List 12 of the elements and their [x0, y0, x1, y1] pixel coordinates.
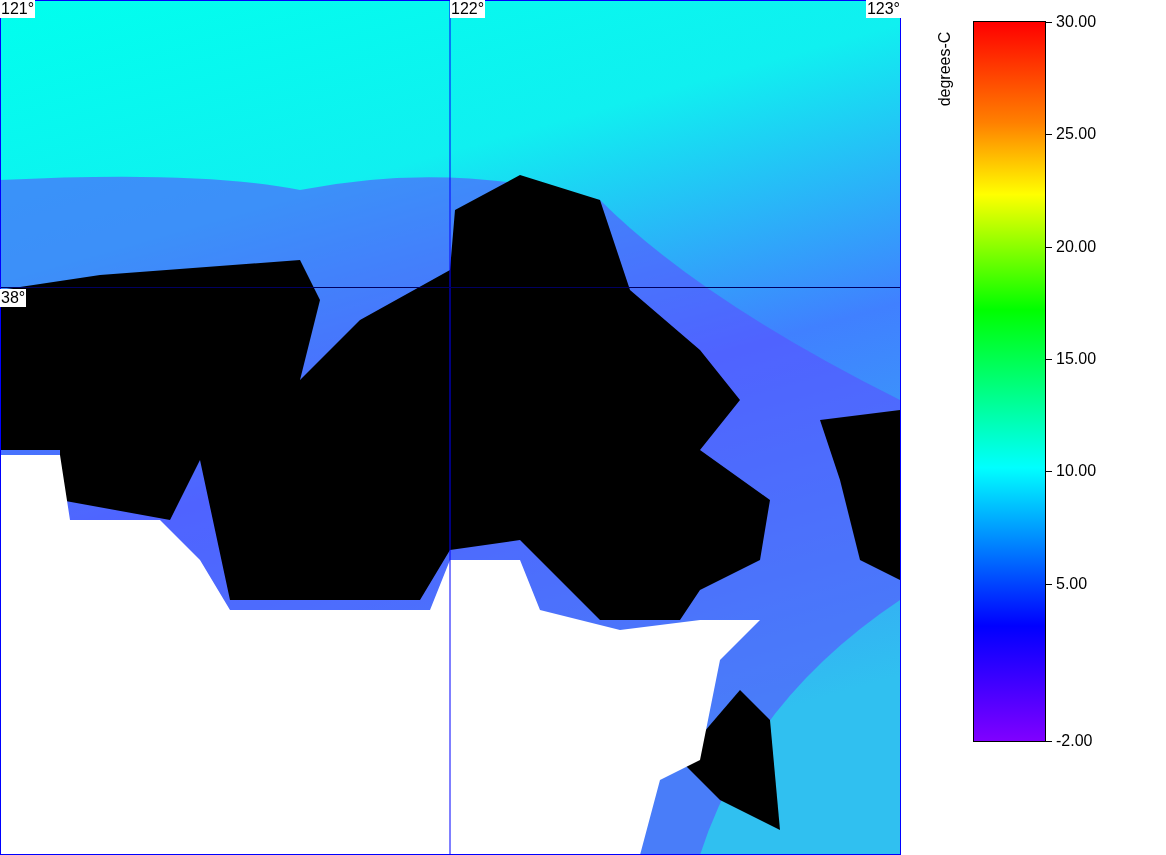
colorbar-tick-label: -2.00: [1056, 731, 1093, 751]
colorbar-tick-label: 30.00: [1056, 12, 1097, 32]
colorbar-tick-label: 10.00: [1056, 461, 1097, 481]
longitude-label: 123°: [865, 0, 901, 18]
longitude-label: 121°: [0, 0, 36, 18]
longitude-label: 122°: [450, 0, 486, 18]
latitude-label: 38°: [0, 289, 27, 307]
colorbar-tick-label: 5.00: [1056, 574, 1088, 594]
colorbar-tick-label: 20.00: [1056, 237, 1097, 257]
colorbar-tick-label: 25.00: [1056, 124, 1097, 144]
colorbar-title: degrees-C: [936, 31, 954, 107]
colorbar-tick-label: 15.00: [1056, 349, 1097, 369]
